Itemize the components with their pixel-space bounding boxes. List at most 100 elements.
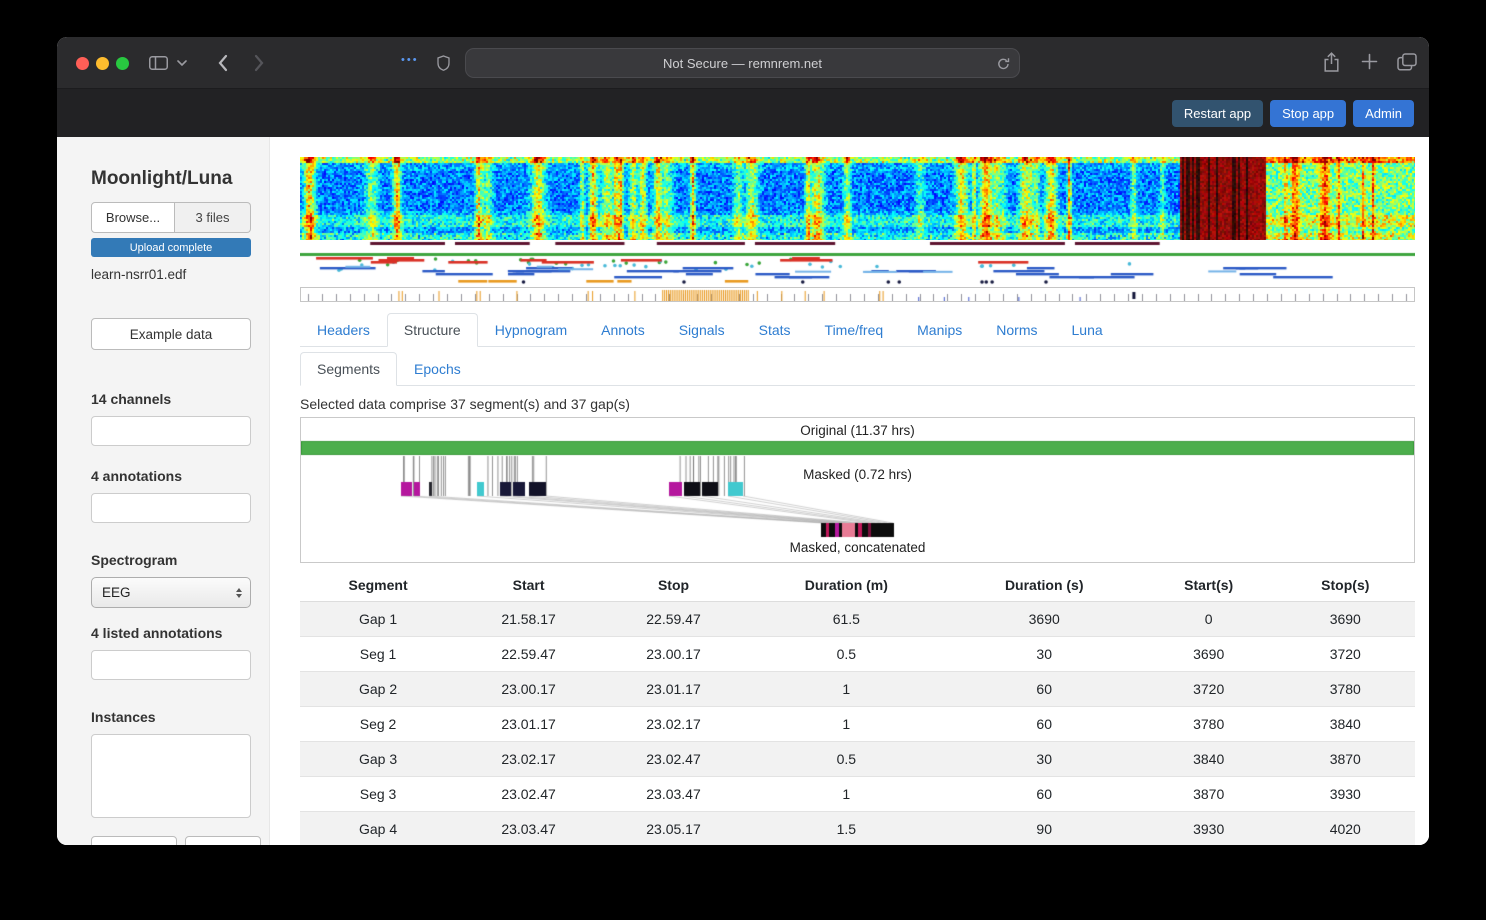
table-row: Gap 4 23.03.47 23.05.17 1.5 90 3930 4020	[300, 811, 1415, 845]
annotations-input[interactable]	[91, 493, 251, 523]
table-cell: 23.02.17	[456, 741, 602, 777]
table-cell: 3930	[1275, 776, 1415, 812]
main-tab-bar: Headers Structure Hypnogram Annots Signals St…	[300, 313, 1415, 347]
table-row: Seg 2 23.01.17 23.02.17 1 60 3780 3840	[300, 706, 1415, 742]
timeline-ruler	[300, 287, 1415, 302]
back-icon[interactable]	[217, 54, 229, 72]
spectrogram-image	[300, 157, 1415, 240]
tab-signals[interactable]: Signals	[662, 313, 742, 347]
forward-icon[interactable]	[253, 54, 265, 72]
sub-tab-bar: Segments Epochs	[300, 352, 1415, 386]
masked-duration-label: Masked (0.72 hrs)	[803, 467, 912, 482]
table-cell: 60	[946, 706, 1142, 742]
table-cell: 23.03.47	[601, 776, 746, 812]
column-header[interactable]: Duration (m)	[745, 569, 947, 602]
column-header[interactable]: Duration (s)	[946, 569, 1142, 602]
restart-app-button[interactable]: Restart app	[1171, 99, 1264, 127]
files-count-badge: 3 files	[175, 202, 251, 233]
main-content: Headers Structure Hypnogram Annots Signals St…	[270, 137, 1429, 845]
new-tab-icon[interactable]	[1361, 53, 1378, 70]
instances-select[interactable]	[91, 734, 251, 818]
tab-luna[interactable]: Luna	[1055, 313, 1120, 347]
column-header[interactable]: Stop(s)	[1275, 569, 1415, 602]
subtab-epochs[interactable]: Epochs	[397, 352, 478, 386]
table-cell: 23.02.17	[601, 706, 746, 742]
shield-extension-icon[interactable]	[437, 55, 450, 71]
masked-concatenated-label: Masked, concatenated	[789, 540, 926, 555]
table-cell: Gap 1	[300, 601, 457, 637]
segments-summary: Selected data comprise 37 segment(s) and…	[300, 396, 630, 412]
table-cell: Seg 3	[300, 776, 457, 812]
upload-progress-bar: Upload complete	[91, 238, 251, 257]
listed-annotations-label: 4 listed annotations	[91, 625, 223, 641]
table-cell: 3870	[1275, 741, 1415, 777]
column-header[interactable]: Stop	[601, 569, 746, 602]
chevron-down-icon[interactable]	[177, 60, 187, 66]
segment-structure-panel: Original (11.37 hrs) Masked (0.72 hrs) M…	[300, 417, 1415, 563]
table-cell: 23.00.17	[456, 671, 602, 707]
table-cell: Gap 2	[300, 671, 457, 707]
table-cell: 3930	[1141, 811, 1276, 845]
tab-time-freq[interactable]: Time/freq	[808, 313, 901, 347]
tab-structure[interactable]: Structure	[386, 313, 478, 347]
share-icon[interactable]	[1323, 52, 1340, 73]
url-text: Not Secure — remnrem.net	[663, 55, 822, 71]
browser-window: ••• Not Secure — remnrem.net Restart app…	[57, 37, 1429, 845]
app-title: Moonlight/Luna	[91, 168, 233, 189]
column-header[interactable]: Segment	[300, 569, 457, 602]
tab-norms[interactable]: Norms	[979, 313, 1054, 347]
table-row: Gap 2 23.00.17 23.01.17 1 60 3720 3780	[300, 671, 1415, 707]
table-cell: 23.05.17	[601, 811, 746, 845]
example-data-button[interactable]: Example data	[91, 318, 251, 350]
extension-dots-icon[interactable]: •••	[401, 54, 419, 66]
table-row: Gap 1 21.58.17 22.59.47 61.5 3690 0 3690	[300, 601, 1415, 637]
spectrogram-channel-select[interactable]: EEG	[91, 577, 251, 608]
tab-stats[interactable]: Stats	[742, 313, 808, 347]
table-cell: 3780	[1141, 706, 1276, 742]
sidebar-toggle-icon[interactable]	[149, 56, 168, 70]
table-row: Seg 3 23.02.47 23.03.47 1 60 3870 3930	[300, 776, 1415, 812]
channels-input[interactable]	[91, 416, 251, 446]
table-cell: 1.5	[745, 811, 947, 845]
table-cell: Gap 4	[300, 811, 457, 845]
tab-headers[interactable]: Headers	[300, 313, 387, 347]
subtab-segments[interactable]: Segments	[300, 352, 398, 386]
listed-annotations-input[interactable]	[91, 650, 251, 680]
stop-app-button[interactable]: Stop app	[1270, 99, 1347, 127]
admin-button[interactable]: Admin	[1353, 99, 1414, 127]
table-cell: Gap 3	[300, 741, 457, 777]
table-cell: Seg 2	[300, 706, 457, 742]
browser-titlebar: ••• Not Secure — remnrem.net	[57, 37, 1429, 89]
reload-icon[interactable]	[997, 57, 1010, 73]
table-cell: 3720	[1275, 636, 1415, 672]
column-header[interactable]: Start(s)	[1141, 569, 1276, 602]
table-cell: 21.58.17	[456, 601, 602, 637]
table-cell: 60	[946, 776, 1142, 812]
table-header-row: Segment Start Stop Duration (m) Duration (s)…	[300, 569, 1415, 602]
table-cell: 3780	[1275, 671, 1415, 707]
table-cell: 1	[745, 776, 947, 812]
zoom-button[interactable]	[116, 57, 129, 70]
browse-button[interactable]: Browse...	[91, 202, 175, 233]
tab-overview-icon[interactable]	[1397, 53, 1417, 71]
table-cell: 0.5	[745, 741, 947, 777]
tab-manips[interactable]: Manips	[900, 313, 979, 347]
minimize-button[interactable]	[96, 57, 109, 70]
table-cell: 23.01.17	[456, 706, 602, 742]
table-cell: 23.02.47	[601, 741, 746, 777]
annotation-tracks	[300, 241, 1415, 285]
re-epoch-button[interactable]: Re-epoch	[91, 836, 177, 845]
table-cell: 22.59.47	[456, 636, 602, 672]
table-cell: 3840	[1141, 741, 1276, 777]
table-cell: 60	[946, 671, 1142, 707]
table-cell: 30	[946, 741, 1142, 777]
table-row: Seg 1 22.59.47 23.00.17 0.5 30 3690 3720	[300, 636, 1415, 672]
refresh-button[interactable]: Refresh	[185, 836, 261, 845]
tab-hypnogram[interactable]: Hypnogram	[478, 313, 584, 347]
table-cell: 61.5	[745, 601, 947, 637]
column-header[interactable]: Start	[456, 569, 602, 602]
tab-annots[interactable]: Annots	[584, 313, 662, 347]
table-cell: 0.5	[745, 636, 947, 672]
close-button[interactable]	[76, 57, 89, 70]
address-bar[interactable]: Not Secure — remnrem.net	[465, 48, 1020, 78]
